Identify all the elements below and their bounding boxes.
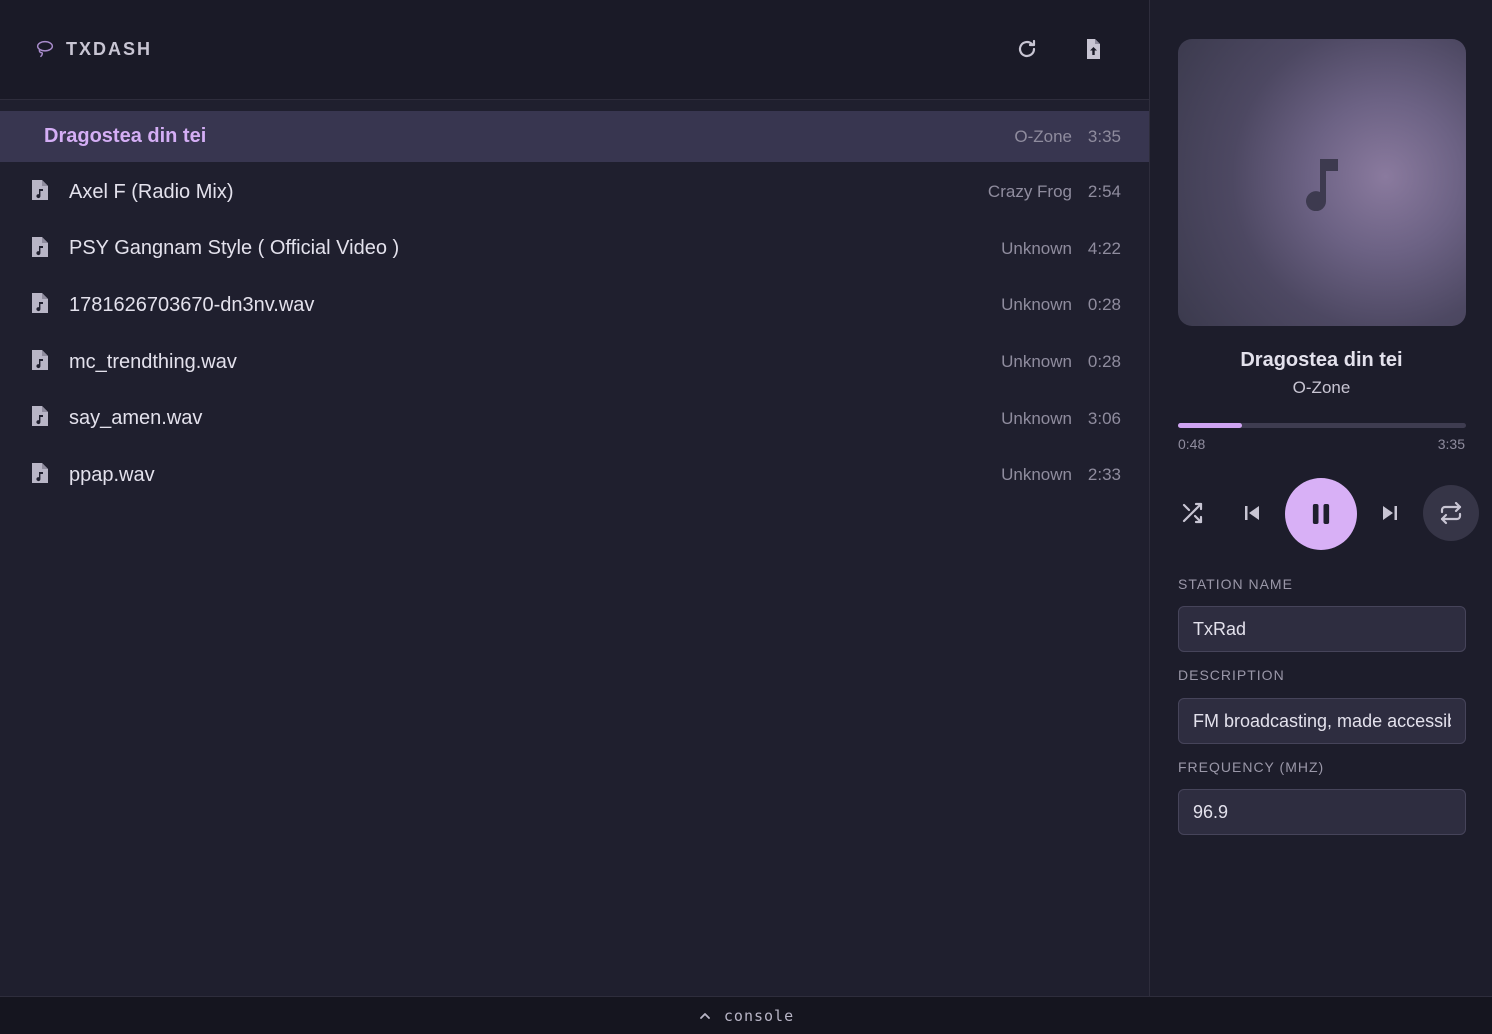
track-artist: Unknown	[1001, 465, 1072, 485]
track-title: ppap.wav	[69, 463, 155, 486]
track-title: 1781626703670-dn3nv.wav	[69, 293, 315, 316]
console-toggle[interactable]: console	[0, 996, 1492, 1034]
track-list: Dragostea din tei O-Zone 3:35 Axel F (Ra…	[0, 111, 1149, 504]
track-row[interactable]: mc_trendthing.wav Unknown 0:28	[0, 334, 1149, 391]
track-duration: 0:28	[1087, 352, 1121, 372]
station-name-input[interactable]	[1178, 606, 1466, 652]
total-time: 3:35	[1437, 436, 1465, 452]
refresh-icon	[1018, 39, 1036, 58]
chevron-up-icon	[699, 1012, 710, 1019]
shuffle-icon	[1182, 502, 1203, 524]
playlist-pane: TXDASH Dragostea din tei O-Zone 3:35 Axe…	[0, 0, 1149, 996]
station-name-label: STATION NAME	[1178, 576, 1293, 592]
track-duration: 2:33	[1087, 465, 1121, 485]
audio-file-icon	[32, 180, 48, 200]
track-artist: O-Zone	[1014, 126, 1072, 146]
album-art	[1178, 39, 1466, 326]
play-pause-button[interactable]	[1285, 478, 1357, 550]
music-note-icon	[1306, 158, 1338, 211]
track-duration: 3:35	[1087, 126, 1121, 146]
refresh-button[interactable]	[1008, 30, 1046, 68]
skip-previous-icon	[1245, 506, 1259, 520]
track-title: say_amen.wav	[69, 407, 203, 430]
track-duration: 3:06	[1087, 408, 1121, 428]
track-title: Axel F (Radio Mix)	[69, 180, 234, 203]
track-row[interactable]: ppap.wav Unknown 2:33	[0, 447, 1149, 504]
shuffle-button[interactable]	[1178, 499, 1206, 527]
elapsed-time: 0:48	[1178, 436, 1206, 452]
track-artist: Unknown	[1001, 352, 1072, 372]
track-row[interactable]: Axel F (Radio Mix) Crazy Frog 2:54	[0, 164, 1149, 221]
repeat-button[interactable]	[1423, 485, 1479, 541]
player-pane: Dragostea din tei O-Zone 0:48 3:35 STATI…	[1149, 0, 1492, 996]
brand: TXDASH	[34, 38, 152, 60]
track-artist: Unknown	[1001, 408, 1072, 428]
frequency-input[interactable]	[1178, 789, 1466, 835]
track-duration: 4:22	[1087, 238, 1121, 258]
track-row[interactable]: say_amen.wav Unknown 3:06	[0, 390, 1149, 447]
track-artist: Unknown	[1001, 238, 1072, 258]
console-label: console	[723, 1006, 795, 1025]
track-duration: 2:54	[1087, 182, 1121, 202]
next-button[interactable]	[1376, 499, 1404, 527]
audio-file-icon	[32, 462, 48, 483]
now-playing-title: Dragostea din tei	[1240, 349, 1403, 371]
audio-file-icon	[32, 236, 48, 257]
seek-bar[interactable]	[1178, 423, 1466, 428]
pause-icon	[1312, 504, 1330, 524]
track-duration: 0:28	[1087, 295, 1121, 315]
lasso-icon	[36, 40, 54, 58]
description-label: DESCRIPTION	[1178, 667, 1285, 683]
now-playing-artist: O-Zone	[1292, 378, 1351, 397]
audio-file-icon	[32, 349, 48, 370]
skip-next-icon	[1383, 506, 1397, 520]
brand-name: TXDASH	[66, 38, 153, 59]
track-title: PSY Gangnam Style ( Official Video )	[69, 237, 400, 260]
frequency-label: FREQUENCY (MHZ)	[1178, 759, 1325, 775]
description-input[interactable]	[1178, 698, 1466, 744]
track-row[interactable]: 1781626703670-dn3nv.wav Unknown 0:28	[0, 277, 1149, 334]
file-upload-icon	[1087, 39, 1100, 59]
app-root: TXDASH Dragostea din tei O-Zone 3:35 Axe…	[0, 0, 1492, 1034]
track-title: Dragostea din tei	[44, 125, 207, 147]
audio-file-icon	[32, 293, 48, 314]
repeat-icon	[1440, 501, 1462, 525]
previous-button[interactable]	[1238, 499, 1266, 527]
track-artist: Crazy Frog	[987, 182, 1072, 202]
audio-file-icon	[32, 406, 48, 427]
track-row-current[interactable]: Dragostea din tei O-Zone 3:35	[0, 111, 1149, 162]
upload-button[interactable]	[1074, 30, 1112, 68]
track-title: mc_trendthing.wav	[69, 350, 237, 373]
track-artist: Unknown	[1001, 295, 1072, 315]
app-header: TXDASH	[0, 0, 1149, 100]
track-row[interactable]: PSY Gangnam Style ( Official Video ) Unk…	[0, 221, 1149, 278]
seek-bar-fill	[1178, 423, 1243, 428]
